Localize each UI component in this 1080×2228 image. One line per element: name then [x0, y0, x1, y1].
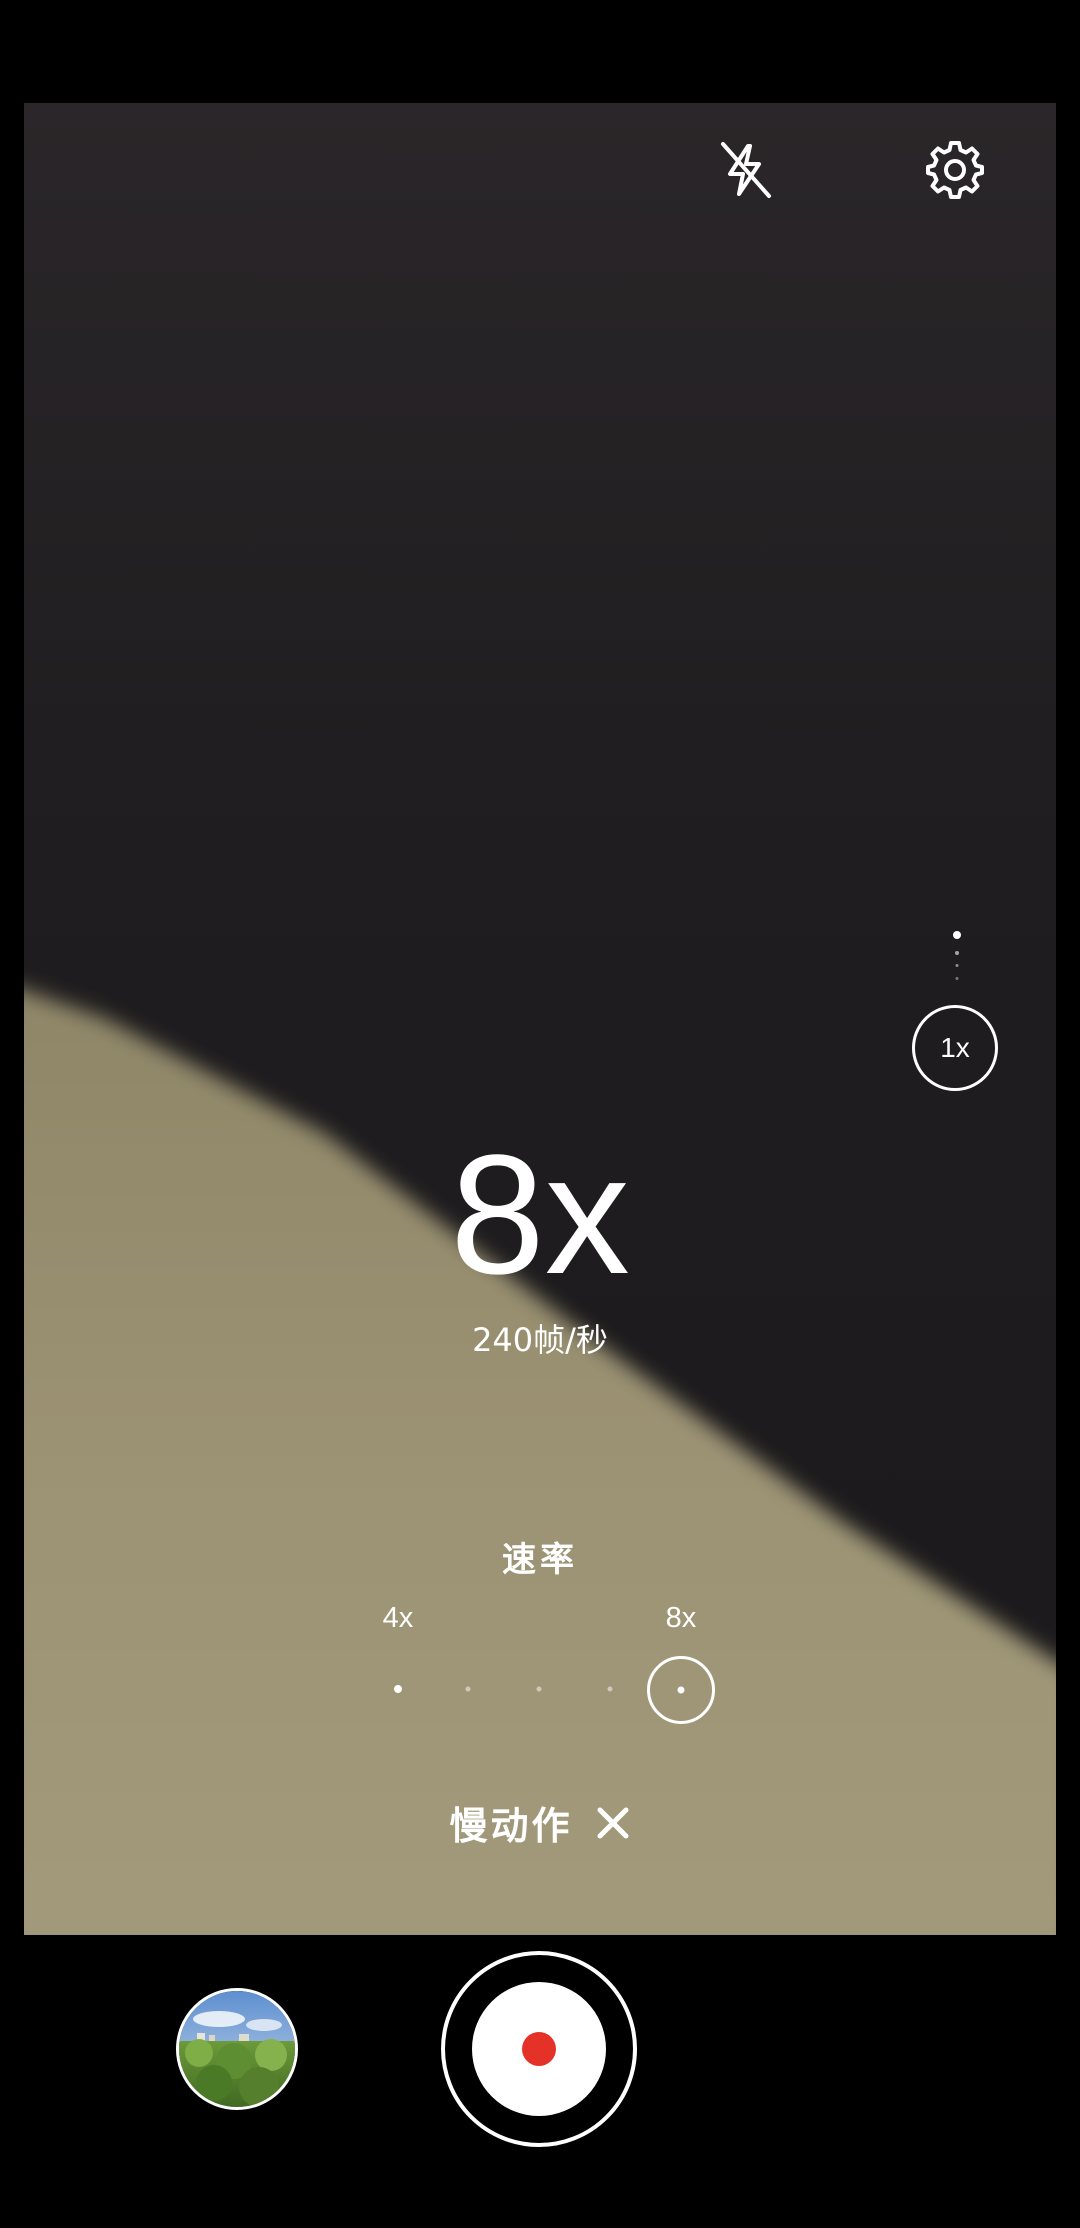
rate-dot[interactable] [394, 1685, 402, 1693]
rate-dot [607, 1686, 613, 1692]
rate-option-8x[interactable]: 8x [666, 1598, 697, 1638]
flash-off-icon [721, 142, 771, 198]
zoom-dot [955, 951, 959, 955]
record-button-inner [472, 1982, 606, 2116]
rate-option-4x[interactable]: 4x [383, 1598, 414, 1638]
zoom-dot [955, 977, 959, 980]
rate-dot [465, 1686, 471, 1692]
rate-title: 速率 [502, 1540, 578, 1580]
gear-icon [926, 141, 984, 199]
zoom-dot [955, 964, 959, 967]
zoom-level-indicator [953, 931, 961, 1001]
settings-button[interactable] [920, 135, 990, 205]
gallery-thumbnail-button[interactable] [176, 1988, 298, 2110]
zoom-label: 1x [940, 1032, 970, 1063]
exit-mode-button[interactable] [595, 1805, 631, 1841]
close-icon [597, 1807, 628, 1838]
frame-rate-label: 240帧/秒 [472, 1321, 608, 1359]
camera-viewfinder[interactable] [24, 103, 1056, 1935]
zoom-button[interactable]: 1x [912, 1005, 998, 1091]
slow-motion-speed-display: 8x [450, 1120, 630, 1310]
mode-label: 慢动作 [449, 1804, 573, 1848]
record-button[interactable] [441, 1951, 637, 2147]
record-icon [522, 2032, 556, 2066]
gallery-thumbnail-image [179, 1991, 295, 2107]
rate-slider-handle[interactable] [647, 1656, 715, 1724]
flash-toggle-button[interactable] [710, 135, 780, 205]
zoom-dot [953, 931, 961, 939]
viewfinder-scene [24, 990, 1056, 1935]
slow-motion-mode-chip: 慢动作 [0, 1795, 1080, 1850]
rate-dot [536, 1686, 542, 1692]
rate-handle-dot [677, 1686, 685, 1694]
